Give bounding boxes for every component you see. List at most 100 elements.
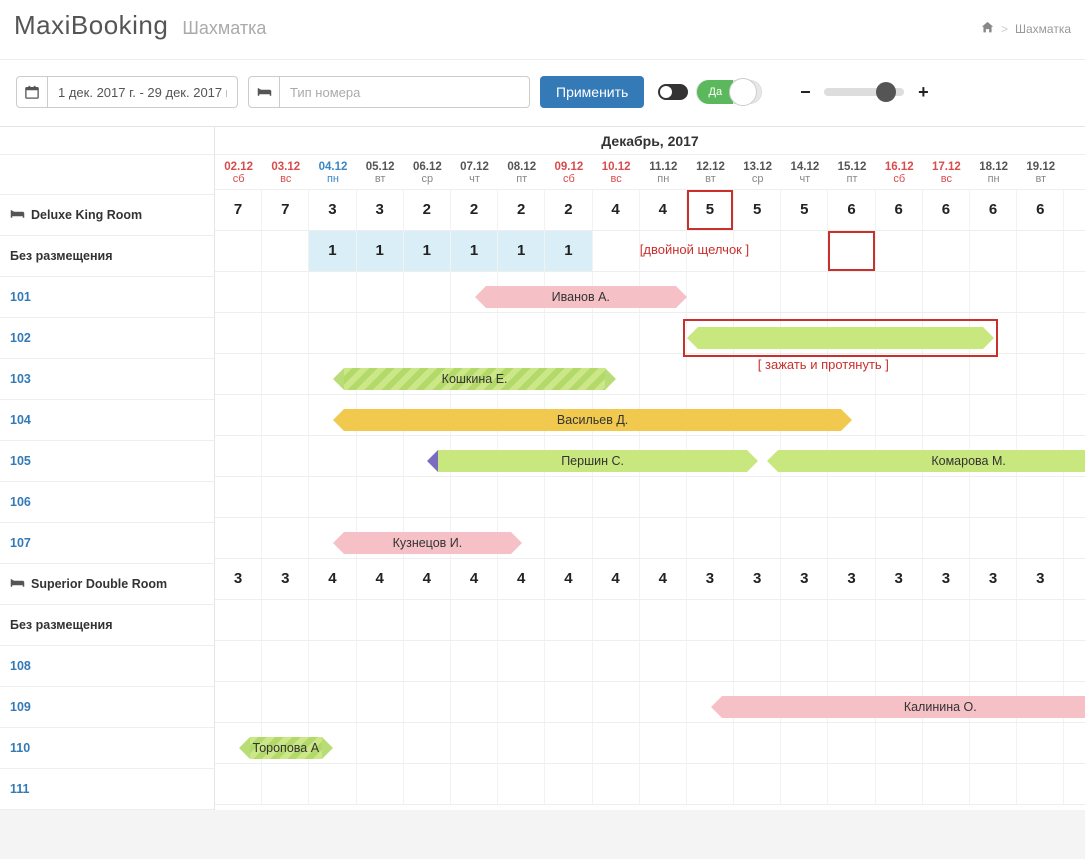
grid-cell[interactable]: [734, 354, 781, 394]
grid-cell[interactable]: [309, 272, 356, 312]
dark-toggle[interactable]: [658, 84, 688, 100]
booking-bar[interactable]: Васильев Д.: [344, 409, 841, 431]
grid-cell[interactable]: [215, 354, 262, 394]
room-row[interactable]: 105: [0, 441, 214, 482]
room-link[interactable]: 103: [10, 372, 31, 386]
grid-cell[interactable]: [545, 313, 592, 353]
grid-cell[interactable]: [734, 641, 781, 681]
grid-cell[interactable]: [1017, 272, 1064, 312]
grid-cell[interactable]: [215, 272, 262, 312]
grid-cell[interactable]: [923, 764, 970, 804]
grid-cell[interactable]: [781, 723, 828, 763]
grid-cell[interactable]: [876, 272, 923, 312]
grid-cell[interactable]: [215, 641, 262, 681]
day-header[interactable]: 13.12ср: [734, 155, 781, 189]
grid-cell[interactable]: [357, 477, 404, 517]
grid-cell[interactable]: [734, 272, 781, 312]
grid-cell[interactable]: [357, 641, 404, 681]
grid-cell[interactable]: [545, 764, 592, 804]
grid-cell[interactable]: [215, 477, 262, 517]
grid-cell[interactable]: [498, 641, 545, 681]
grid-cell[interactable]: [640, 354, 687, 394]
grid-cell[interactable]: [1017, 723, 1064, 763]
grid-cell[interactable]: [498, 477, 545, 517]
grid-cell[interactable]: [309, 436, 356, 476]
grid-cell[interactable]: [357, 723, 404, 763]
grid-cell[interactable]: [451, 313, 498, 353]
day-header[interactable]: 09.12сб: [545, 155, 592, 189]
grid-cell[interactable]: [640, 764, 687, 804]
grid-cell[interactable]: [1017, 354, 1064, 394]
day-header[interactable]: 17.12вс: [923, 155, 970, 189]
room-row[interactable]: 110: [0, 728, 214, 769]
grid-cell[interactable]: [404, 272, 451, 312]
grid-cell[interactable]: [876, 518, 923, 558]
grid-cell[interactable]: [262, 764, 309, 804]
grid-cell[interactable]: [970, 395, 1017, 435]
date-range-input[interactable]: [48, 76, 238, 108]
grid-cell[interactable]: [215, 436, 262, 476]
grid-cell[interactable]: [404, 313, 451, 353]
room-link[interactable]: 106: [10, 495, 31, 509]
day-header[interactable]: 10.12вс: [593, 155, 640, 189]
grid-cell[interactable]: [876, 354, 923, 394]
room-link[interactable]: 109: [10, 700, 31, 714]
apply-button[interactable]: Применить: [540, 76, 644, 108]
grid-cell[interactable]: [687, 518, 734, 558]
grid-cell[interactable]: [970, 641, 1017, 681]
grid-cell[interactable]: [781, 354, 828, 394]
grid-cell[interactable]: [357, 682, 404, 722]
grid-cell[interactable]: [593, 641, 640, 681]
grid-cell[interactable]: [262, 477, 309, 517]
grid-cell[interactable]: [876, 477, 923, 517]
room-link[interactable]: 102: [10, 331, 31, 345]
grid-cell[interactable]: [781, 518, 828, 558]
grid-cell[interactable]: [640, 477, 687, 517]
bed-icon[interactable]: [248, 76, 280, 108]
room-link[interactable]: 104: [10, 413, 31, 427]
grid-cell[interactable]: [309, 477, 356, 517]
booking-bar[interactable]: Калинина О.: [722, 696, 1085, 718]
zoom-slider-thumb[interactable]: [876, 82, 896, 102]
grid-cell[interactable]: [404, 682, 451, 722]
grid-cell[interactable]: [781, 764, 828, 804]
room-cells-row[interactable]: [215, 764, 1085, 805]
grid-cell[interactable]: [828, 354, 875, 394]
room-link[interactable]: 105: [10, 454, 31, 468]
booking-bar[interactable]: [698, 327, 983, 349]
grid-cell[interactable]: [828, 518, 875, 558]
room-type-input[interactable]: [280, 76, 530, 108]
grid-cell[interactable]: [687, 641, 734, 681]
day-header[interactable]: 16.12сб: [876, 155, 923, 189]
booking-bar[interactable]: Торопова А: [250, 737, 322, 759]
grid-cell[interactable]: [1017, 477, 1064, 517]
grid-cell[interactable]: [451, 477, 498, 517]
grid-cell[interactable]: [593, 313, 640, 353]
zoom-in-button[interactable]: +: [914, 82, 932, 103]
grid-cell[interactable]: [309, 682, 356, 722]
room-link[interactable]: 101: [10, 290, 31, 304]
grid-cell[interactable]: [262, 313, 309, 353]
room-row[interactable]: 106: [0, 482, 214, 523]
grid-cell[interactable]: [923, 518, 970, 558]
grid-cell[interactable]: [828, 641, 875, 681]
grid-cell[interactable]: [545, 477, 592, 517]
grid-cell[interactable]: [734, 518, 781, 558]
grid-cell[interactable]: [498, 682, 545, 722]
grid-cell[interactable]: [498, 723, 545, 763]
grid-cell[interactable]: [545, 723, 592, 763]
grid-cell[interactable]: [970, 723, 1017, 763]
day-header[interactable]: 08.12пт: [498, 155, 545, 189]
grid-cell[interactable]: [215, 313, 262, 353]
zoom-out-button[interactable]: −: [796, 82, 814, 103]
grid-cell[interactable]: [734, 477, 781, 517]
grid-cell[interactable]: [451, 723, 498, 763]
grid-cell[interactable]: [309, 313, 356, 353]
grid-cell[interactable]: [404, 723, 451, 763]
day-header[interactable]: 14.12чт: [781, 155, 828, 189]
grid-cell[interactable]: [828, 272, 875, 312]
grid-cell[interactable]: [876, 764, 923, 804]
grid-cell[interactable]: [1017, 641, 1064, 681]
grid-cell[interactable]: [1017, 764, 1064, 804]
room-row[interactable]: 102: [0, 318, 214, 359]
